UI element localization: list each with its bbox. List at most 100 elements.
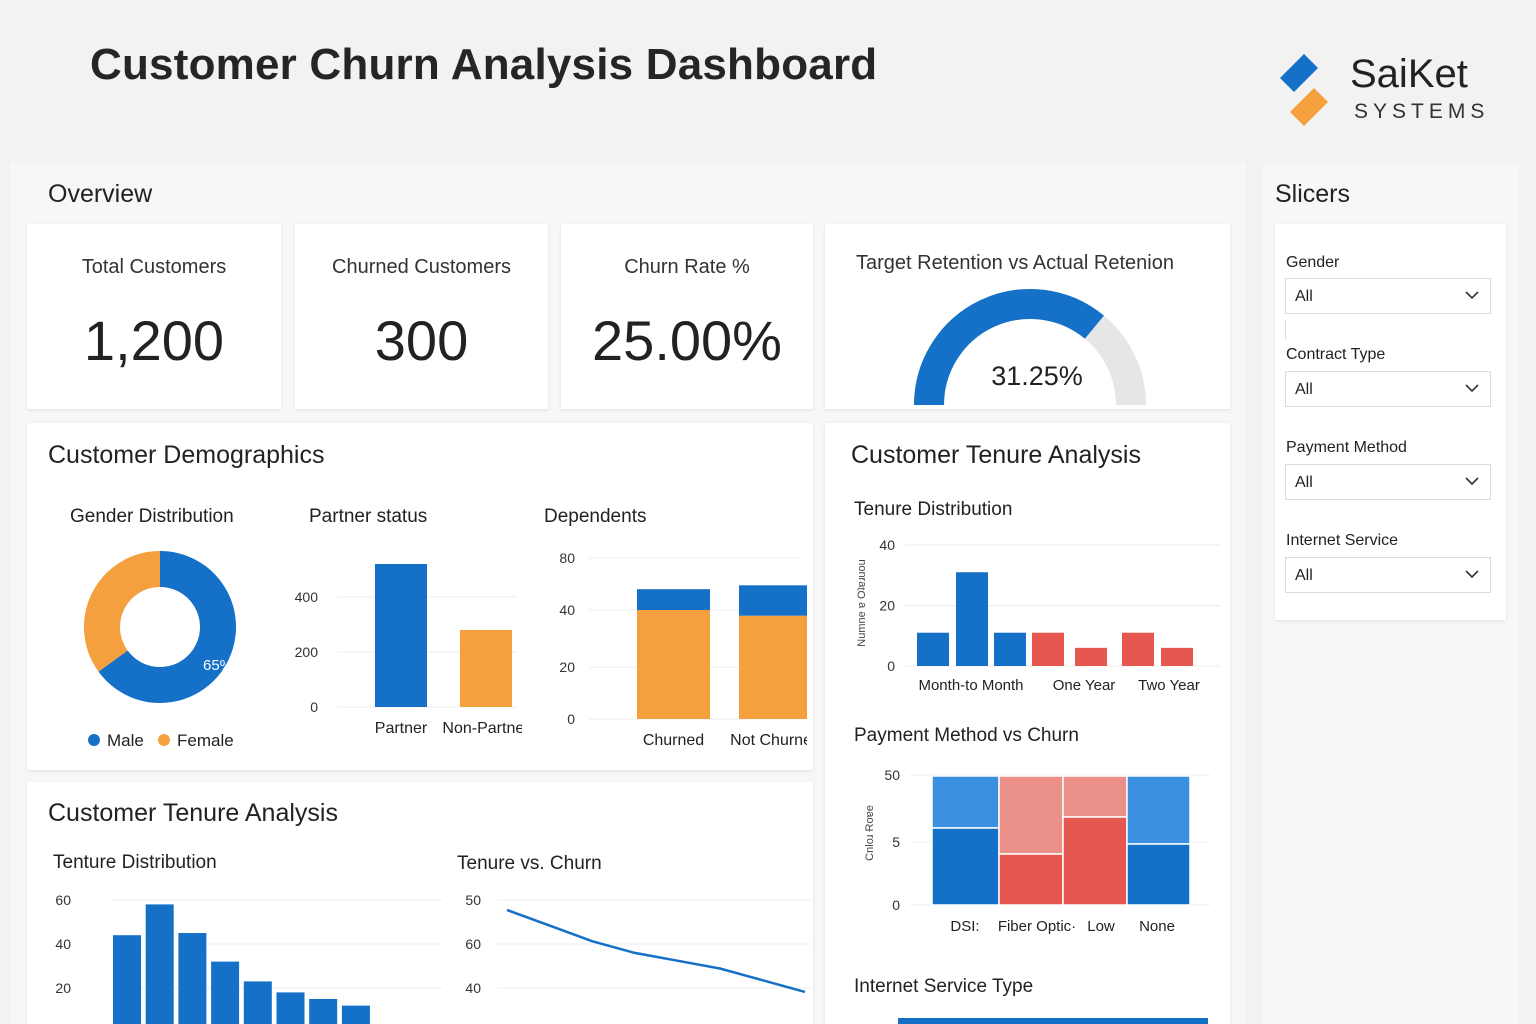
partner-bar-chart: 0 200 400 Partner Non-Partner [295,564,522,737]
y-tick-label: 20 [879,598,895,614]
tenure-bar [341,1005,370,1024]
tenure-bar [917,632,949,666]
tenure-bar [113,935,141,1024]
tenure-right-dist-title: Tenure Distribution [854,499,1013,520]
gender-chart-title: Gender Distribution [70,506,234,527]
y-tick-label: 0 [310,699,318,715]
x-tick-label: Churned [643,732,704,749]
y-tick-label: 60 [55,892,71,908]
logo-subtitle: SYSTEMS [1354,100,1490,123]
legend-male-dot [88,734,100,746]
dependents-bar-segment [739,585,807,616]
x-tick-label: Partner [375,720,428,737]
slicer-internet-label: Internet Service [1286,532,1399,549]
slicer-payment-dropdown[interactable]: All [1285,464,1491,500]
retention-gauge: 31.25% [914,289,1146,406]
y-tick-label: 400 [295,589,319,605]
legend-female-label: Female [177,731,234,750]
y-tick-label: 0 [567,711,575,727]
logo-name: SaiKet [1350,52,1468,96]
tenure-bar [994,632,1026,666]
overview-title: Overview [48,180,153,208]
kpi-label: Churn Rate % [624,256,750,278]
y-tick-label: 40 [55,936,71,952]
donut-percent-label: 65% [203,657,233,674]
x-tick-label: Low [1087,918,1115,935]
demographics-title: Customer Demographics [48,441,325,469]
kpi-churned-customers: Churned Customers 300 [295,224,548,409]
chevron-down-icon [1465,477,1479,486]
kpi-label: Churned Customers [332,256,511,278]
slicers-title: Slicers [1275,180,1351,208]
y-tick-label: 20 [55,980,71,996]
tenure-right-histogram: 0 20 40 Numne ɐ Oʇɐɹuou Month-to Month One Ye… [856,537,1220,694]
payment-block [931,827,1000,906]
kpi-value: 300 [374,309,469,372]
payment-block [998,775,1064,855]
y-tick-label: 40 [465,980,481,996]
slicer-internet-value: All [1295,567,1313,584]
slicer-contract-label: Contract Type [1286,346,1386,363]
y-tick-label: 20 [559,659,575,675]
tenure-bar [309,999,338,1024]
tenure-churn-line-chart: 50 60 40 [465,892,812,996]
tenure-bar [1122,632,1154,666]
x-tick-label: Non-Partner [442,720,522,737]
y-tick-label: 50 [465,892,481,908]
legend-female-dot [158,734,170,746]
slicer-gender-dropdown[interactable]: All [1285,278,1491,314]
partner-bar [460,630,512,707]
gauge-value: 31.25% [991,361,1083,391]
x-tick-label: One Year [1053,677,1116,694]
x-tick-label: Month-to Month [918,677,1023,694]
slicer-gender-label: Gender [1286,254,1340,271]
kpi-churn-rate: Churn Rate % 25.00% [561,224,813,409]
slicer-contract-value: All [1295,381,1313,398]
slicer-gender-value: All [1295,288,1313,305]
x-tick-label: Fiber Optic· [998,918,1076,935]
dependents-bar-segment [637,589,710,610]
partner-bar [375,564,427,707]
y-tick-label: 60 [465,936,481,952]
chevron-down-icon [1465,384,1479,393]
divider [1285,320,1286,340]
tenure-left-card: Customer Tenure Analysis Tenture Distrib… [27,782,813,1024]
y-tick-label: 200 [295,644,319,660]
slicer-internet-dropdown[interactable]: All [1285,557,1491,593]
company-logo: SaiKet SYSTEMS [1276,52,1486,130]
slicer-contract-dropdown[interactable]: All [1285,371,1491,407]
tenure-bar [956,572,988,666]
y-tick-label: 0 [892,897,900,913]
tenure-bar [211,961,240,1024]
dependents-bar-segment [637,610,710,719]
slicer-payment-label: Payment Method [1286,439,1407,456]
dependents-bar-segment [739,615,807,719]
kpi-value: 25.00% [592,309,782,372]
payment-block [1062,816,1128,906]
tenure-left-histogram: 20 40 60 [55,892,442,1024]
donut-slice-female [84,551,161,672]
tenure-right-card: Customer Tenure Analysis Tenure Distribu… [825,423,1230,1024]
payment-block [931,775,1000,829]
payment-method-chart: 0 5 50 Cnloɹ Ɍoɐe DSI: Fiber Optic· Low None [864,767,1210,935]
retention-gauge-card: Target Retention vs Actual Retenion 31.2… [825,224,1230,409]
churn-line [506,908,806,994]
logo-mark-icon [1280,54,1328,126]
tenure-left-title: Customer Tenure Analysis [48,799,338,827]
kpi-total-customers: Total Customers 1,200 [27,224,281,409]
tenure-bar [276,992,305,1024]
x-tick-label: None [1139,918,1175,935]
y-tick-label: 40 [559,602,575,618]
y-tick-label: 5 [892,834,900,850]
x-tick-label: Not Churned [730,732,807,749]
demographics-card: Customer Demographics Gender Distributio… [27,423,813,770]
y-axis-label: Cnloɹ Ɍoɐe [864,805,876,861]
y-tick-label: 80 [559,550,575,566]
partner-chart-title: Partner status [309,506,428,527]
x-tick-label: DSI: [950,918,979,935]
payment-block [1062,775,1128,818]
kpi-label: Total Customers [81,256,227,278]
chevron-down-icon [1465,570,1479,579]
tenure-bar [1161,647,1193,666]
kpi-value: 1,200 [83,309,225,372]
